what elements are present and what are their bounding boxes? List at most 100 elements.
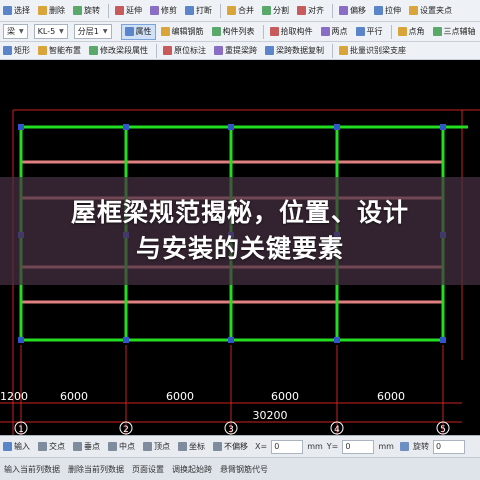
column-marker — [228, 124, 234, 130]
draw-button-label: 梁跨数据复制 — [276, 46, 324, 55]
snap-option-4[interactable]: 顶点 — [140, 439, 173, 455]
toolbar-separator — [262, 24, 264, 39]
modify-button-label: 延伸 — [126, 6, 142, 15]
modify-button-3[interactable]: 延伸 — [112, 3, 145, 19]
layer-value: 分层1 — [77, 27, 99, 36]
snap-option-label: 交点 — [49, 442, 65, 451]
command-tab-4[interactable]: 悬臂钢筋代号 — [216, 464, 272, 475]
x-coordinate-input[interactable]: 0 — [271, 439, 304, 454]
modify-button-5[interactable]: 打断 — [182, 3, 215, 19]
snap-option-label: 坐标 — [189, 442, 205, 451]
column-marker — [18, 124, 24, 130]
modify-tool-icon — [374, 6, 383, 15]
axis-number-label: 1 — [18, 425, 24, 435]
y-unit-label: mm — [378, 442, 394, 451]
modify-tool-icon — [409, 6, 418, 15]
column-marker — [228, 337, 234, 343]
modify-tool-icon — [115, 6, 124, 15]
draw-button-1[interactable]: 智能布置 — [35, 43, 84, 59]
axis-number-label: 2 — [123, 425, 129, 435]
snap-option-6[interactable]: 不偏移 — [210, 439, 251, 455]
snap-option-label: 中点 — [119, 442, 135, 451]
snap-icon — [213, 442, 222, 451]
y-coordinate-label: Y= — [326, 442, 339, 451]
modify-button-label: 合并 — [238, 6, 254, 15]
snap-option-3[interactable]: 中点 — [105, 439, 138, 455]
component-type-select[interactable]: 梁 ▼ — [3, 24, 28, 39]
draw-button-0[interactable]: 矩形 — [0, 43, 33, 59]
modify-button-8[interactable]: 对齐 — [294, 3, 327, 19]
component-button-1[interactable]: 编辑钢筋 — [158, 24, 207, 40]
component-button-2[interactable]: 构件列表 — [209, 24, 258, 40]
snap-option-1[interactable]: 交点 — [35, 439, 68, 455]
column-marker — [334, 337, 340, 343]
draw-tool-icon — [38, 46, 47, 55]
component-button-6[interactable]: 点角 — [395, 24, 428, 40]
command-tab-1[interactable]: 删除当前列数据 — [64, 464, 128, 475]
component-button-3[interactable]: 拾取构件 — [267, 24, 316, 40]
modify-button-9[interactable]: 偏移 — [336, 3, 369, 19]
toolbar-separator — [220, 3, 221, 18]
modify-button-label: 打断 — [196, 6, 212, 15]
draw-button-label: 修改梁段属性 — [100, 46, 148, 55]
span-dimension-label: 6000 — [377, 390, 405, 403]
chevron-down-icon: ▼ — [19, 28, 24, 35]
modify-button-4[interactable]: 修剪 — [147, 3, 180, 19]
draw-tool-icon — [3, 46, 12, 55]
command-bar: 输入当前列数据 删除当前列数据 页面设置 调换起始跨 悬臂钢筋代号 — [0, 457, 480, 480]
draw-tool-icon — [265, 46, 274, 55]
component-tool-icon — [160, 27, 170, 36]
component-type-value: 梁 — [7, 27, 15, 36]
rotate-input[interactable]: 0 — [432, 439, 465, 454]
y-coordinate-input[interactable]: 0 — [342, 439, 375, 454]
column-marker — [440, 337, 446, 343]
modify-button-1[interactable]: 删除 — [35, 3, 68, 19]
component-button-label: 编辑钢筋 — [171, 27, 204, 36]
modify-button-label: 修剪 — [161, 6, 177, 15]
modify-button-label: 拉伸 — [385, 6, 401, 15]
component-tool-icon — [355, 27, 365, 36]
axis-number-label: 5 — [440, 425, 446, 435]
toolbar-separator — [332, 43, 333, 58]
snap-option-2[interactable]: 垂点 — [70, 439, 103, 455]
title-banner: 屋框梁规范揭秘，位置、设计 与安装的关键要素 — [0, 177, 480, 285]
draw-button-5[interactable]: 梁跨数据复制 — [262, 43, 327, 59]
modify-tool-icon — [297, 6, 306, 15]
draw-tool-icon — [89, 46, 98, 55]
draw-button-label: 原位标注 — [174, 46, 206, 55]
component-button-4[interactable]: 两点 — [318, 24, 351, 40]
modify-button-10[interactable]: 拉伸 — [371, 3, 404, 19]
component-button-5[interactable]: 平行 — [353, 24, 386, 40]
modify-button-2[interactable]: 旋转 — [70, 3, 103, 19]
snap-option-0[interactable]: 输入 — [0, 439, 33, 455]
draw-button-4[interactable]: 重提梁跨 — [211, 43, 260, 59]
modify-button-label: 设置夹点 — [420, 6, 452, 15]
snap-icon — [178, 442, 187, 451]
modify-button-0[interactable]: 选择 — [0, 3, 33, 19]
command-tab-2[interactable]: 页面设置 — [128, 464, 168, 475]
draw-button-2[interactable]: 修改梁段属性 — [86, 43, 151, 59]
modify-button-7[interactable]: 分割 — [259, 3, 292, 19]
draw-button-3[interactable]: 原位标注 — [160, 43, 209, 59]
span-dimension-label: 6000 — [60, 390, 88, 403]
rotate-icon — [399, 442, 409, 451]
total-dimension-label: 30200 — [253, 409, 288, 422]
modify-button-11[interactable]: 设置夹点 — [406, 3, 455, 19]
component-button-7[interactable]: 三点辅轴 — [430, 24, 479, 40]
draw-button-label: 重提梁跨 — [225, 46, 257, 55]
span-dimension-label: 6000 — [166, 390, 194, 403]
modify-button-6[interactable]: 合并 — [224, 3, 257, 19]
x-unit-label: mm — [307, 442, 323, 451]
modify-tool-icon — [185, 6, 194, 15]
component-name-select[interactable]: KL-5 ▼ — [33, 24, 68, 39]
draw-button-6[interactable]: 批量识别梁支座 — [336, 43, 409, 59]
command-tab-3[interactable]: 调换起始跨 — [168, 464, 216, 475]
chevron-down-icon: ▼ — [59, 28, 64, 35]
command-tab-0[interactable]: 输入当前列数据 — [0, 464, 64, 475]
layer-select[interactable]: 分层1 ▼ — [73, 24, 112, 39]
modify-tool-icon — [262, 6, 271, 15]
snap-option-5[interactable]: 坐标 — [175, 439, 208, 455]
component-button-0[interactable]: 属性 — [120, 23, 156, 40]
toolbar-separator — [332, 3, 333, 18]
banner-title-line1: 屋框梁规范揭秘，位置、设计 — [70, 198, 409, 227]
